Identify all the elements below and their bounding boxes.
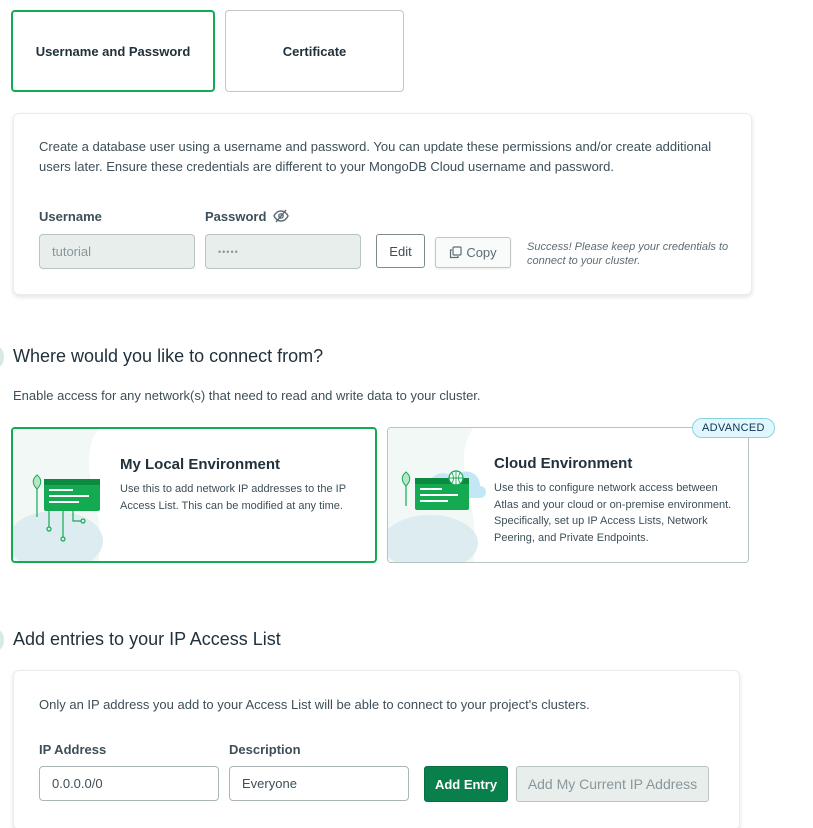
username-value: tutorial [52, 244, 92, 259]
step-indicator [0, 630, 4, 650]
copy-icon [449, 246, 462, 259]
local-environment-card[interactable]: My Local Environment Use this to add net… [11, 427, 377, 563]
description-value: Everyone [242, 776, 297, 791]
username-label: Username [39, 209, 102, 224]
cloud-environment-card[interactable]: Cloud Environment Use this to configure … [387, 427, 749, 563]
password-field[interactable]: ••••• [205, 234, 361, 269]
tab-username-password[interactable]: Username and Password [11, 10, 215, 92]
connect-section-subtitle: Enable access for any network(s) that ne… [13, 388, 481, 403]
add-entry-label: Add Entry [434, 776, 498, 792]
local-environment-title: My Local Environment [120, 456, 281, 473]
eye-slash-icon[interactable] [273, 209, 289, 228]
edit-button[interactable]: Edit [376, 234, 425, 268]
success-message: Success! Please keep your credentials to… [527, 241, 729, 267]
ip-section-description: Only an IP address you add to your Acces… [39, 697, 590, 712]
cloud-environment-description: Use this to configure network access bet… [494, 482, 732, 544]
ip-section-title: Add entries to your IP Access List [13, 629, 281, 649]
description-label: Description [229, 742, 301, 757]
description-input[interactable]: Everyone [229, 766, 409, 801]
username-field[interactable]: tutorial [39, 234, 195, 269]
cloud-environment-title: Cloud Environment [494, 455, 633, 472]
password-label: Password [205, 209, 267, 224]
ip-address-value: 0.0.0.0/0 [52, 776, 103, 791]
step-indicator [0, 347, 4, 367]
edit-button-label: Edit [389, 243, 412, 259]
add-current-ip-label: Add My Current IP Address [527, 776, 698, 792]
ip-access-panel [13, 670, 740, 828]
database-user-description: Create a database user using a username … [39, 139, 712, 174]
local-environment-description: Use this to add network IP addresses to … [120, 483, 346, 512]
copy-button[interactable]: Copy [435, 237, 511, 268]
advanced-badge: ADVANCED [692, 418, 775, 438]
tab-certificate-label: Certificate [282, 43, 347, 59]
tab-username-password-label: Username and Password [35, 43, 191, 59]
cloud-environment-illustration [388, 428, 486, 562]
ip-address-label: IP Address [39, 742, 107, 757]
add-entry-button[interactable]: Add Entry [424, 766, 508, 802]
tab-certificate[interactable]: Certificate [225, 10, 404, 92]
local-environment-illustration [13, 429, 103, 561]
password-value: ••••• [218, 246, 239, 257]
connect-section-title: Where would you like to connect from? [13, 346, 324, 366]
copy-button-label: Copy [466, 245, 497, 260]
ip-address-input[interactable]: 0.0.0.0/0 [39, 766, 219, 801]
add-current-ip-button[interactable]: Add My Current IP Address [516, 766, 709, 802]
